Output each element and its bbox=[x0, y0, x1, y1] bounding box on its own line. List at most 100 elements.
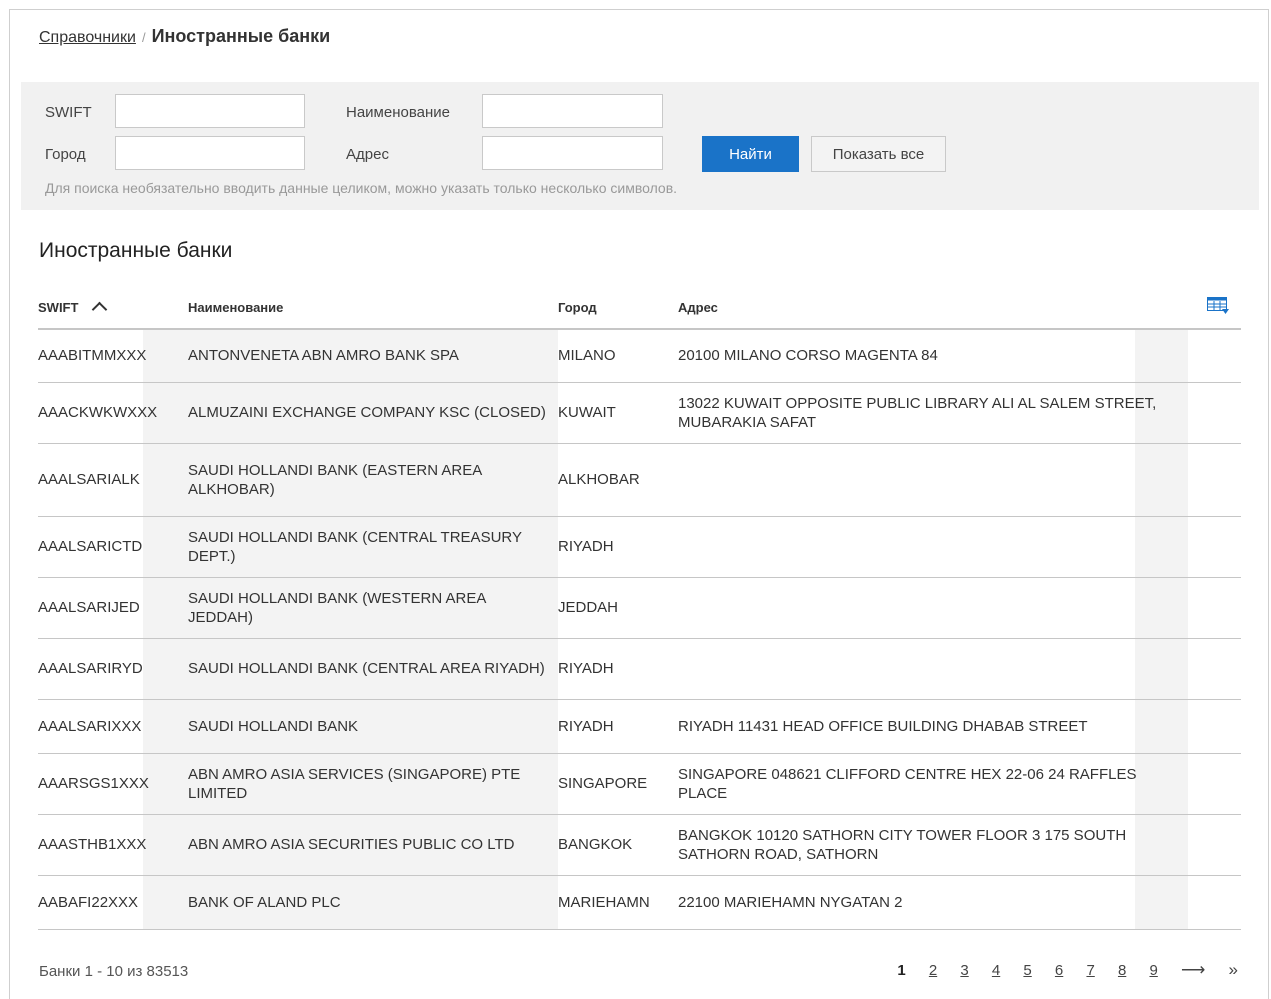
cell-empty bbox=[1188, 443, 1241, 517]
cell-empty bbox=[1188, 577, 1241, 639]
table-row[interactable]: AAACKWKWXXX ALMUZAINI EXCHANGE COMPANY K… bbox=[38, 382, 1241, 444]
last-page-icon[interactable]: » bbox=[1229, 960, 1238, 980]
cell-city: RIYADH bbox=[558, 638, 678, 700]
cell-name: SAUDI HOLLANDI BANK (EASTERN AREA ALKHOB… bbox=[188, 443, 558, 517]
cell-address bbox=[678, 443, 1188, 517]
cell-swift: AAASTHB1XXX bbox=[38, 814, 188, 876]
cell-city: ALKHOBAR bbox=[558, 443, 678, 517]
section-title: Иностранные банки bbox=[39, 239, 233, 262]
swift-input[interactable] bbox=[115, 94, 305, 128]
cell-swift: AABAFI22XXX bbox=[38, 875, 188, 930]
table-row[interactable]: AABAFI22XXX BANK OF ALAND PLC MARIEHAMN … bbox=[38, 875, 1241, 930]
name-input[interactable] bbox=[482, 94, 663, 128]
cell-name: SAUDI HOLLANDI BANK (CENTRAL AREA RIYADH… bbox=[188, 638, 558, 700]
banks-table: SWIFT Наименование Город Адрес AAABITMMX… bbox=[38, 286, 1241, 930]
cell-empty bbox=[1188, 382, 1241, 444]
cell-city: BANGKOK bbox=[558, 814, 678, 876]
table-row[interactable]: AAALSARIALK SAUDI HOLLANDI BANK (EASTERN… bbox=[38, 443, 1241, 517]
cell-empty bbox=[1188, 516, 1241, 578]
cell-city: RIYADH bbox=[558, 516, 678, 578]
page-link[interactable]: 2 bbox=[929, 962, 937, 979]
cell-address bbox=[678, 577, 1188, 639]
cell-name: SAUDI HOLLANDI BANK (WESTERN AREA JEDDAH… bbox=[188, 577, 558, 639]
show-all-button[interactable]: Показать все bbox=[811, 136, 946, 172]
page-link[interactable]: 4 bbox=[992, 962, 1000, 979]
cell-empty bbox=[1188, 875, 1241, 930]
breadcrumb-separator: / bbox=[141, 30, 146, 45]
cell-name: ABN AMRO ASIA SECURITIES PUBLIC CO LTD bbox=[188, 814, 558, 876]
cell-name: ALMUZAINI EXCHANGE COMPANY KSC (CLOSED) bbox=[188, 382, 558, 444]
cell-address: SINGAPORE 048621 CLIFFORD CENTRE HEX 22-… bbox=[678, 753, 1188, 815]
sort-ascending-icon[interactable] bbox=[92, 301, 108, 317]
table-header-row: SWIFT Наименование Город Адрес bbox=[38, 286, 1241, 330]
column-header-name[interactable]: Наименование bbox=[188, 286, 558, 330]
cell-name: BANK OF ALAND PLC bbox=[188, 875, 558, 930]
table-row[interactable]: AAALSARICTD SAUDI HOLLANDI BANK (CENTRAL… bbox=[38, 516, 1241, 578]
cell-swift: AAALSARIRYD bbox=[38, 638, 188, 700]
page-link[interactable]: 8 bbox=[1118, 962, 1126, 979]
page-link[interactable]: 7 bbox=[1086, 962, 1094, 979]
cell-empty bbox=[1188, 814, 1241, 876]
table-row[interactable]: AAALSARIXXX SAUDI HOLLANDI BANK RIYADH R… bbox=[38, 699, 1241, 754]
cell-address: BANGKOK 10120 SATHORN CITY TOWER FLOOR 3… bbox=[678, 814, 1188, 876]
cell-swift: AAACKWKWXXX bbox=[38, 382, 188, 444]
address-label: Адрес bbox=[346, 146, 389, 163]
cell-swift: AAABITMMXXX bbox=[38, 329, 188, 383]
page-link[interactable]: 3 bbox=[960, 962, 968, 979]
cell-address: 22100 MARIEHAMN NYGATAN 2 bbox=[678, 875, 1188, 930]
page-link[interactable]: 6 bbox=[1055, 962, 1063, 979]
results-count: Банки 1 - 10 из 83513 bbox=[39, 963, 189, 980]
cell-city: MILANO bbox=[558, 329, 678, 383]
cell-name: ANTONVENETA ABN AMRO BANK SPA bbox=[188, 329, 558, 383]
cell-name: SAUDI HOLLANDI BANK bbox=[188, 699, 558, 754]
search-filter-panel: SWIFT Наименование Город Адрес Найти Пок… bbox=[21, 82, 1259, 210]
page-frame: Справочники / Иностранные банки SWIFT Наим… bbox=[9, 9, 1269, 999]
table-row[interactable]: AAALSARIRYD SAUDI HOLLANDI BANK (CENTRAL… bbox=[38, 638, 1241, 700]
cell-city: JEDDAH bbox=[558, 577, 678, 639]
cell-swift: AAALSARICTD bbox=[38, 516, 188, 578]
cell-name: ABN AMRO ASIA SERVICES (SINGAPORE) PTE L… bbox=[188, 753, 558, 815]
address-input[interactable] bbox=[482, 136, 663, 170]
column-settings-icon[interactable] bbox=[1207, 296, 1229, 315]
cell-city: KUWAIT bbox=[558, 382, 678, 444]
name-label: Наименование bbox=[346, 104, 450, 121]
table-row[interactable]: AAABITMMXXX ANTONVENETA ABN AMRO BANK SP… bbox=[38, 329, 1241, 383]
page-link[interactable]: 5 bbox=[1023, 962, 1031, 979]
page-link-current: 1 bbox=[897, 962, 906, 979]
cell-empty bbox=[1188, 699, 1241, 754]
breadcrumb: Справочники / Иностранные банки bbox=[39, 26, 330, 47]
column-header-city[interactable]: Город bbox=[558, 286, 678, 330]
cell-address: 20100 MILANO CORSO MAGENTA 84 bbox=[678, 329, 1188, 383]
cell-empty bbox=[1188, 329, 1241, 383]
cell-city: RIYADH bbox=[558, 699, 678, 754]
cell-name: SAUDI HOLLANDI BANK (CENTRAL TREASURY DE… bbox=[188, 516, 558, 578]
find-button[interactable]: Найти bbox=[702, 136, 799, 172]
swift-label: SWIFT bbox=[45, 104, 92, 121]
cell-city: SINGAPORE bbox=[558, 753, 678, 815]
table-row[interactable]: AAASTHB1XXX ABN AMRO ASIA SECURITIES PUB… bbox=[38, 814, 1241, 876]
column-header-swift-label: SWIFT bbox=[38, 299, 79, 315]
breadcrumb-link-directories[interactable]: Справочники bbox=[39, 29, 136, 46]
table-row[interactable]: AAALSARIJED SAUDI HOLLANDI BANK (WESTERN… bbox=[38, 577, 1241, 639]
cell-address bbox=[678, 516, 1188, 578]
table-row[interactable]: AAARSGS1XXX ABN AMRO ASIA SERVICES (SING… bbox=[38, 753, 1241, 815]
column-header-swift[interactable]: SWIFT bbox=[38, 286, 188, 330]
column-settings-cell bbox=[1188, 286, 1241, 330]
cell-swift: AAALSARIALK bbox=[38, 443, 188, 517]
pagination: 1 2 3 4 5 6 7 8 9 ⟶ » bbox=[878, 960, 1238, 980]
cell-empty bbox=[1188, 638, 1241, 700]
column-header-address[interactable]: Адрес bbox=[678, 286, 1188, 330]
cell-address: RIYADH 11431 HEAD OFFICE BUILDING DHABAB… bbox=[678, 699, 1188, 754]
cell-swift: AAALSARIJED bbox=[38, 577, 188, 639]
cell-address: 13022 KUWAIT OPPOSITE PUBLIC LIBRARY ALI… bbox=[678, 382, 1188, 444]
page-link[interactable]: 9 bbox=[1149, 962, 1157, 979]
cell-swift: AAARSGS1XXX bbox=[38, 753, 188, 815]
cell-empty bbox=[1188, 753, 1241, 815]
next-page-arrow-icon[interactable]: ⟶ bbox=[1181, 960, 1205, 980]
city-label: Город bbox=[45, 146, 86, 163]
cell-city: MARIEHAMN bbox=[558, 875, 678, 930]
page-title: Иностранные банки bbox=[151, 26, 331, 46]
cell-swift: AAALSARIXXX bbox=[38, 699, 188, 754]
cell-address bbox=[678, 638, 1188, 700]
city-input[interactable] bbox=[115, 136, 305, 170]
